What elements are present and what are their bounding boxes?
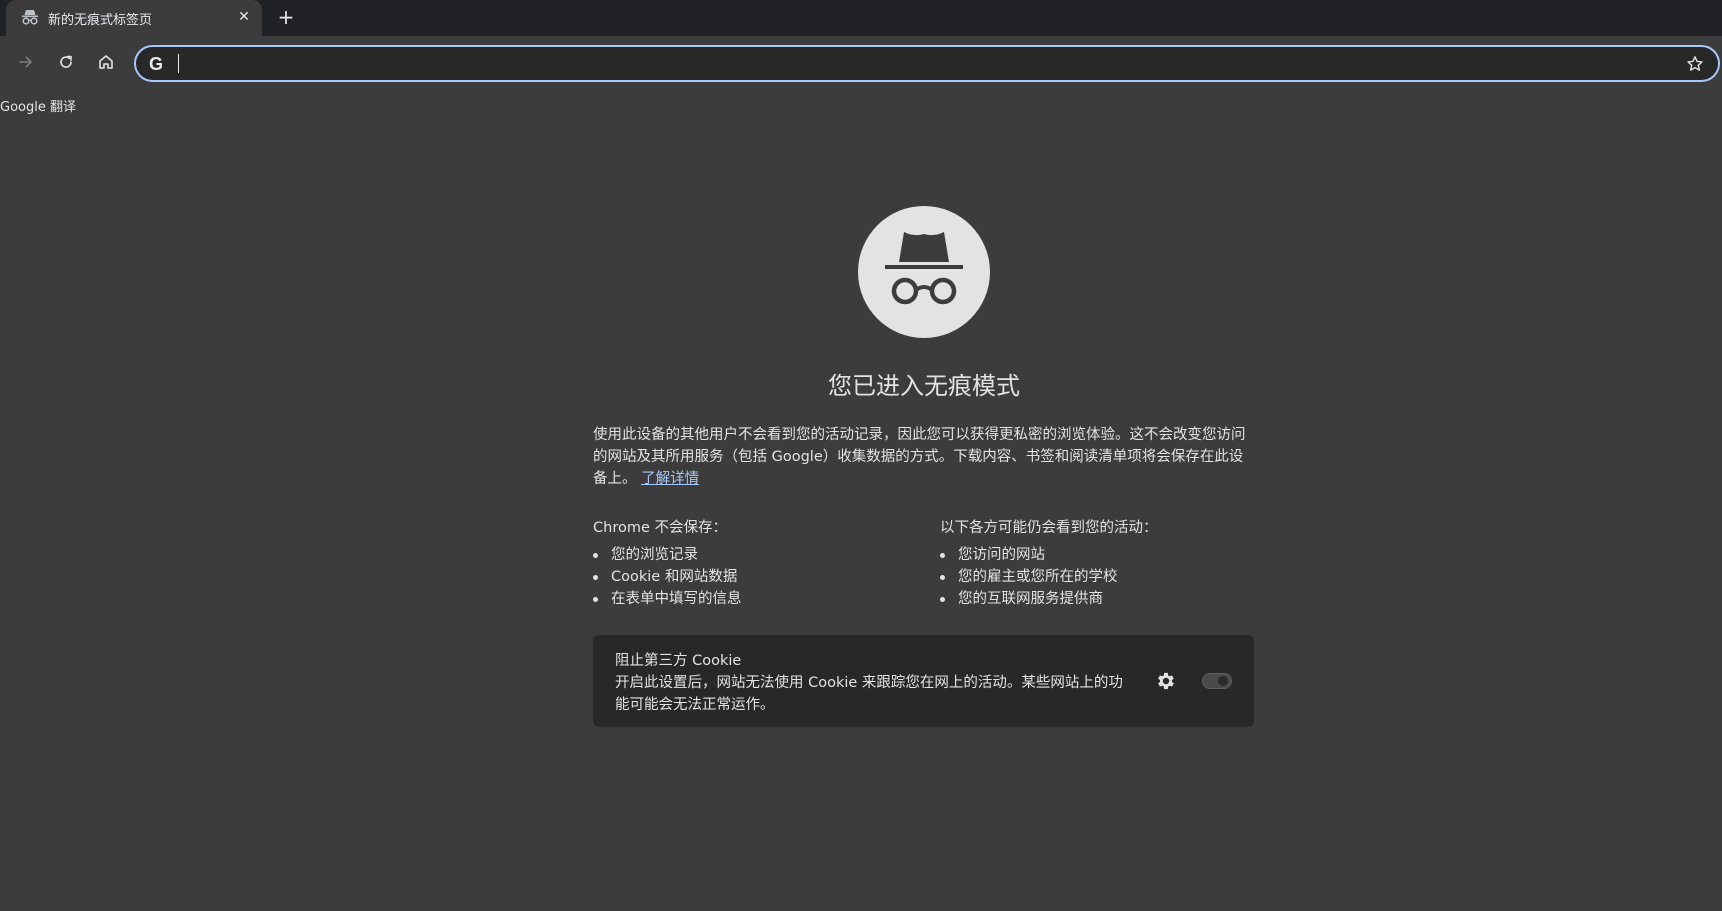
bookmark-google-translate[interactable]: Google 翻译 bbox=[0, 96, 76, 115]
learn-more-link[interactable]: 了解详情 bbox=[641, 471, 699, 487]
block-cookies-toggle[interactable] bbox=[1202, 673, 1232, 689]
may-see-list: 您访问的网站 您的雇主或您所在的学校 您的互联网服务提供商 bbox=[940, 544, 1270, 610]
tab-title: 新的无痕式标签页 bbox=[48, 13, 153, 28]
cookie-card-text: 阻止第三方 Cookie 开启此设置后，网站无法使用 Cookie 来跟踪您在网… bbox=[615, 650, 1135, 716]
cookie-card-description: 开启此设置后，网站无法使用 Cookie 来跟踪您在网上的活动。某些网站上的功能… bbox=[615, 675, 1123, 713]
third-party-cookie-card: 阻止第三方 Cookie 开启此设置后，网站无法使用 Cookie 来跟踪您在网… bbox=[593, 635, 1254, 727]
list-item: 您访问的网站 bbox=[940, 544, 1270, 566]
home-button[interactable] bbox=[92, 48, 120, 76]
star-icon bbox=[1687, 56, 1703, 71]
list-item: 您的互联网服务提供商 bbox=[940, 588, 1270, 610]
intro-paragraph: 使用此设备的其他用户不会看到您的活动记录，因此您可以获得更私密的浏览体验。这不会… bbox=[593, 424, 1255, 490]
tab-strip: 新的无痕式标签页 ✕ + bbox=[0, 0, 1722, 36]
page-title: 您已进入无痕模式 bbox=[828, 372, 1020, 400]
incognito-icon bbox=[885, 232, 963, 305]
may-see-section: 以下各方可能仍会看到您的活动： 您访问的网站 您的雇主或您所在的学校 您的互联网… bbox=[940, 517, 1270, 610]
google-g-icon: G bbox=[148, 53, 163, 74]
home-icon bbox=[99, 55, 113, 69]
list-item: Cookie 和网站数据 bbox=[593, 566, 923, 588]
gear-icon[interactable] bbox=[1155, 670, 1177, 692]
bookmark-star-button[interactable] bbox=[1684, 53, 1706, 75]
address-bar[interactable]: G bbox=[134, 45, 1720, 82]
new-tab-button[interactable]: + bbox=[274, 5, 298, 29]
forward-button[interactable] bbox=[12, 48, 40, 76]
not-saved-section: Chrome 不会保存： 您的浏览记录 Cookie 和网站数据 在表单中填写的… bbox=[593, 517, 923, 610]
reload-icon bbox=[60, 55, 72, 68]
toolbar: G bbox=[0, 36, 1722, 90]
close-icon[interactable]: ✕ bbox=[234, 7, 254, 27]
tab-incognito[interactable]: 新的无痕式标签页 ✕ bbox=[6, 0, 262, 36]
list-item: 在表单中填写的信息 bbox=[593, 588, 923, 610]
not-saved-list: 您的浏览记录 Cookie 和网站数据 在表单中填写的信息 bbox=[593, 544, 923, 610]
arrow-right-icon bbox=[19, 56, 32, 68]
not-saved-title: Chrome 不会保存： bbox=[593, 520, 727, 536]
cookie-card-title: 阻止第三方 Cookie bbox=[615, 653, 742, 669]
may-see-title: 以下各方可能仍会看到您的活动： bbox=[940, 520, 1158, 536]
incognito-hero-icon bbox=[858, 206, 990, 338]
text-cursor bbox=[178, 54, 179, 73]
incognito-icon bbox=[22, 10, 38, 25]
list-item: 您的雇主或您所在的学校 bbox=[940, 566, 1270, 588]
reload-button[interactable] bbox=[52, 48, 80, 76]
list-item: 您的浏览记录 bbox=[593, 544, 923, 566]
address-input[interactable] bbox=[176, 51, 1656, 76]
